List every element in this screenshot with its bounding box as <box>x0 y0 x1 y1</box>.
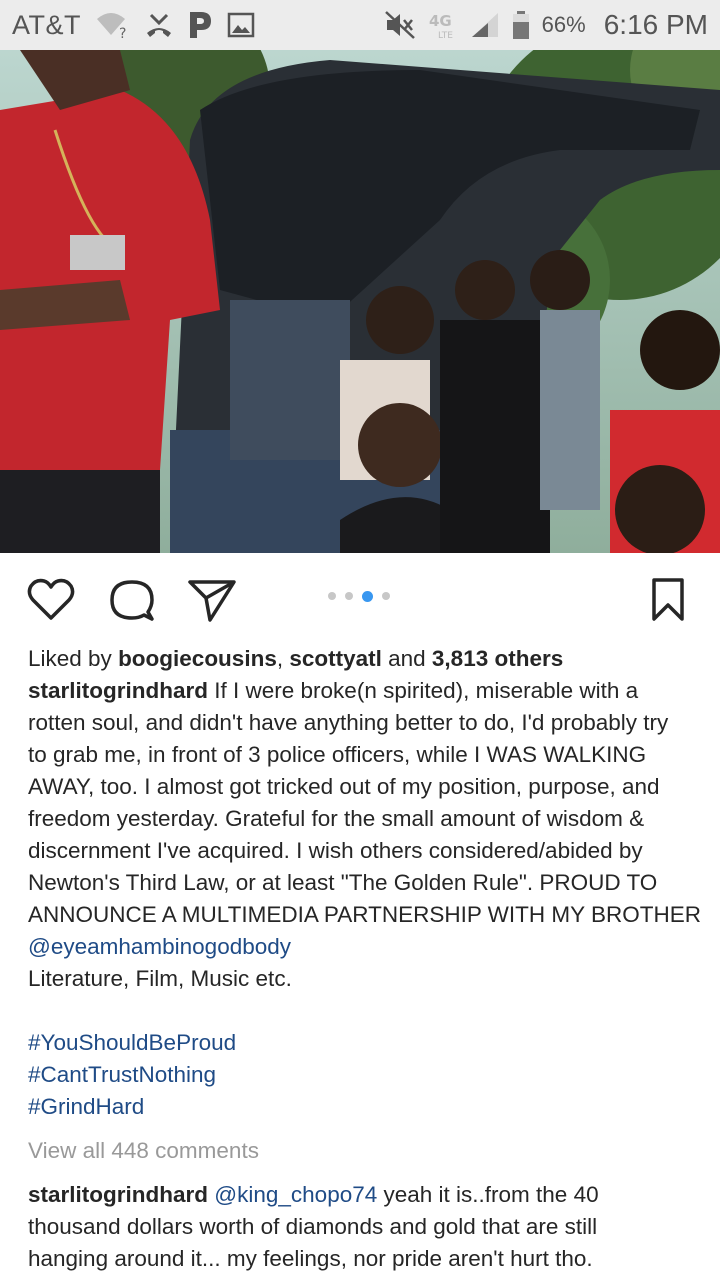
caption-line: freedom yesterday. Grateful for the smal… <box>28 806 645 831</box>
carousel-indicator <box>328 590 390 602</box>
comment-line: starlitogrindhard @king_chopo74 yeah it … <box>28 1179 700 1211</box>
liked-by-user[interactable]: scottyatl <box>289 646 382 671</box>
svg-text:4G: 4G <box>429 12 452 30</box>
post-photo[interactable] <box>0 50 720 553</box>
liked-by-user[interactable]: boogiecousins <box>118 646 277 671</box>
clock: 6:16 PM <box>603 9 708 40</box>
missed-call-icon <box>145 11 173 39</box>
post-photo-image <box>0 50 720 553</box>
carousel-dot-active <box>362 590 373 602</box>
wifi-question-icon: ? <box>95 11 131 39</box>
caption-line: discernment I've acquired. I wish others… <box>28 838 643 863</box>
4g-lte-icon: 4G LTE <box>428 10 458 40</box>
signal-icon <box>470 11 500 39</box>
caption-line: ANNOUNCE A MULTIMEDIA PARTNERSHIP WITH M… <box>28 902 702 927</box>
share-icon[interactable] <box>188 576 236 624</box>
battery-icon <box>512 10 530 40</box>
heart-icon[interactable] <box>27 576 75 624</box>
caption-line: rotten soul, and didn't have anything be… <box>28 710 669 735</box>
bookmark-icon[interactable] <box>644 576 692 624</box>
caption-text: If I were broke(n spirited), miserable w… <box>208 678 639 703</box>
svg-text:?: ? <box>119 26 126 39</box>
comment-username[interactable]: starlitogrindhard <box>28 1182 208 1207</box>
status-bar: AT&T ? 4G LTE 66% 6:16 PM <box>0 0 720 50</box>
caption-line: starlitogrindhard If I were broke(n spir… <box>28 675 700 707</box>
top-comment: starlitogrindhard @king_chopo74 yeah it … <box>28 1179 700 1275</box>
caption-line: AWAY, too. I almost got tricked out of m… <box>28 774 660 799</box>
pandora-icon <box>187 10 213 40</box>
caption-line: Newton's Third Law, or at least "The Gol… <box>28 870 658 895</box>
view-all-comments-link[interactable]: View all 448 comments <box>28 1135 700 1167</box>
image-icon <box>227 12 255 38</box>
hashtag[interactable]: #GrindHard <box>28 1091 700 1123</box>
likes-prefix: Liked by <box>28 646 119 671</box>
hashtag[interactable]: #CantTrustNothing <box>28 1059 700 1091</box>
muted-icon <box>384 10 416 40</box>
likes-line: Liked by boogiecousins, scottyatl and 3,… <box>28 643 700 675</box>
caption-line: Literature, Film, Music etc. <box>28 966 292 991</box>
battery-percent: 66% <box>541 12 586 37</box>
caption: starlitogrindhard If I were broke(n spir… <box>28 675 702 1123</box>
svg-text:LTE: LTE <box>438 31 453 40</box>
likes-count[interactable]: 3,813 others <box>432 646 563 671</box>
comment-line: hanging around it... my feelings, nor pr… <box>28 1246 593 1271</box>
comment-mention[interactable]: @king_chopo74 <box>214 1182 377 1207</box>
carousel-dot <box>382 592 390 600</box>
caption-line: to grab me, in front of 3 police officer… <box>28 742 647 767</box>
post-content: Liked by boogiecousins, scottyatl and 3,… <box>28 643 702 1275</box>
caption-username[interactable]: starlitogrindhard <box>28 678 208 703</box>
carousel-dot <box>345 592 353 600</box>
caption-mention[interactable]: @eyeamhambinogodbody <box>28 931 700 963</box>
carrier-label: AT&T <box>12 9 81 40</box>
likes-separator: , <box>276 646 290 671</box>
comment-line: thousand dollars worth of diamonds and g… <box>28 1214 598 1239</box>
likes-and: and <box>381 646 432 671</box>
comment-icon[interactable] <box>108 576 156 624</box>
comment-text: yeah it is..from the 40 <box>377 1182 599 1207</box>
carousel-dot <box>328 592 336 600</box>
hashtag[interactable]: #YouShouldBeProud <box>28 1027 700 1059</box>
